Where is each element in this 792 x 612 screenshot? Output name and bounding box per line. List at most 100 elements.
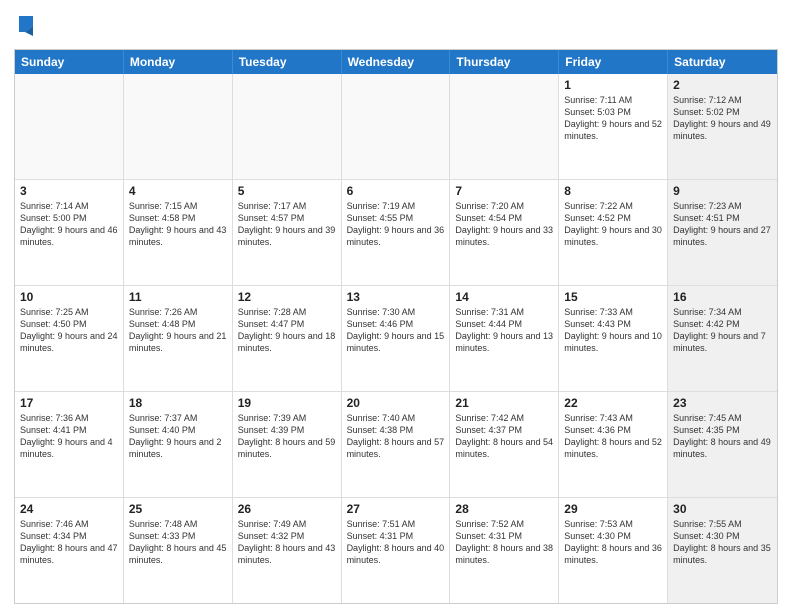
col-header-monday: Monday — [124, 50, 233, 74]
calendar-cell: 29 Sunrise: 7:53 AM Sunset: 4:30 PM Dayli… — [559, 498, 668, 603]
day-info: Sunrise: 7:14 AM Sunset: 5:00 PM Dayligh… — [20, 200, 118, 249]
calendar-cell: 24 Sunrise: 7:46 AM Sunset: 4:34 PM Dayli… — [15, 498, 124, 603]
day-number: 25 — [129, 502, 227, 516]
calendar-cell: 1Sunrise: 7:11 AM Sunset: 5:03 PM Daylig… — [559, 74, 668, 179]
day-number: 26 — [238, 502, 336, 516]
logo-icon — [15, 14, 35, 38]
day-info: Sunrise: 7:28 AM Sunset: 4:47 PM Dayligh… — [238, 306, 336, 355]
day-number: 19 — [238, 396, 336, 410]
day-number: 23 — [673, 396, 772, 410]
calendar-cell: 8 Sunrise: 7:22 AM Sunset: 4:52 PM Daylig… — [559, 180, 668, 285]
calendar-header-row: SundayMondayTuesdayWednesdayThursdayFrid… — [15, 50, 777, 74]
col-header-saturday: Saturday — [668, 50, 777, 74]
day-number: 15 — [564, 290, 662, 304]
calendar-cell: 9 Sunrise: 7:23 AM Sunset: 4:51 PM Daylig… — [668, 180, 777, 285]
day-info: Sunrise: 7:12 AM Sunset: 5:02 PM Dayligh… — [673, 94, 772, 143]
day-number: 8 — [564, 184, 662, 198]
day-number: 11 — [129, 290, 227, 304]
day-info: Sunrise: 7:17 AM Sunset: 4:57 PM Dayligh… — [238, 200, 336, 249]
calendar-row-3: 10 Sunrise: 7:25 AM Sunset: 4:50 PM Dayli… — [15, 286, 777, 392]
day-info: Sunrise: 7:43 AM Sunset: 4:36 PM Dayligh… — [564, 412, 662, 461]
day-info: Sunrise: 7:39 AM Sunset: 4:39 PM Dayligh… — [238, 412, 336, 461]
calendar-cell: 25Sunrise: 7:48 AM Sunset: 4:33 PM Dayli… — [124, 498, 233, 603]
page: SundayMondayTuesdayWednesdayThursdayFrid… — [0, 0, 792, 612]
day-number: 18 — [129, 396, 227, 410]
calendar-cell: 18 Sunrise: 7:37 AM Sunset: 4:40 PM Dayli… — [124, 392, 233, 497]
day-info: Sunrise: 7:19 AM Sunset: 4:55 PM Dayligh… — [347, 200, 445, 249]
day-number: 5 — [238, 184, 336, 198]
calendar-cell — [450, 74, 559, 179]
day-number: 21 — [455, 396, 553, 410]
col-header-tuesday: Tuesday — [233, 50, 342, 74]
calendar-cell: 2 Sunrise: 7:12 AM Sunset: 5:02 PM Daylig… — [668, 74, 777, 179]
day-number: 17 — [20, 396, 118, 410]
calendar-cell: 10 Sunrise: 7:25 AM Sunset: 4:50 PM Dayli… — [15, 286, 124, 391]
calendar-cell: 12Sunrise: 7:28 AM Sunset: 4:47 PM Dayli… — [233, 286, 342, 391]
day-info: Sunrise: 7:15 AM Sunset: 4:58 PM Dayligh… — [129, 200, 227, 249]
calendar-cell: 21 Sunrise: 7:42 AM Sunset: 4:37 PM Dayli… — [450, 392, 559, 497]
day-number: 16 — [673, 290, 772, 304]
calendar-cell: 17 Sunrise: 7:36 AM Sunset: 4:41 PM Dayli… — [15, 392, 124, 497]
day-number: 24 — [20, 502, 118, 516]
day-info: Sunrise: 7:46 AM Sunset: 4:34 PM Dayligh… — [20, 518, 118, 567]
day-info: Sunrise: 7:36 AM Sunset: 4:41 PM Dayligh… — [20, 412, 118, 461]
calendar-cell — [15, 74, 124, 179]
day-info: Sunrise: 7:55 AM Sunset: 4:30 PM Dayligh… — [673, 518, 772, 567]
day-info: Sunrise: 7:51 AM Sunset: 4:31 PM Dayligh… — [347, 518, 445, 567]
day-info: Sunrise: 7:45 AM Sunset: 4:35 PM Dayligh… — [673, 412, 772, 461]
logo — [14, 14, 35, 43]
calendar-cell: 22 Sunrise: 7:43 AM Sunset: 4:36 PM Dayli… — [559, 392, 668, 497]
calendar-body: 1Sunrise: 7:11 AM Sunset: 5:03 PM Daylig… — [15, 74, 777, 603]
day-number: 22 — [564, 396, 662, 410]
day-number: 2 — [673, 78, 772, 92]
calendar-row-1: 1Sunrise: 7:11 AM Sunset: 5:03 PM Daylig… — [15, 74, 777, 180]
day-info: Sunrise: 7:30 AM Sunset: 4:46 PM Dayligh… — [347, 306, 445, 355]
day-info: Sunrise: 7:23 AM Sunset: 4:51 PM Dayligh… — [673, 200, 772, 249]
calendar-cell: 3 Sunrise: 7:14 AM Sunset: 5:00 PM Daylig… — [15, 180, 124, 285]
calendar: SundayMondayTuesdayWednesdayThursdayFrid… — [14, 49, 778, 604]
calendar-cell: 4 Sunrise: 7:15 AM Sunset: 4:58 PM Daylig… — [124, 180, 233, 285]
day-number: 9 — [673, 184, 772, 198]
col-header-friday: Friday — [559, 50, 668, 74]
calendar-cell: 30 Sunrise: 7:55 AM Sunset: 4:30 PM Dayli… — [668, 498, 777, 603]
day-info: Sunrise: 7:11 AM Sunset: 5:03 PM Dayligh… — [564, 94, 662, 143]
calendar-cell: 20Sunrise: 7:40 AM Sunset: 4:38 PM Dayli… — [342, 392, 451, 497]
day-info: Sunrise: 7:53 AM Sunset: 4:30 PM Dayligh… — [564, 518, 662, 567]
calendar-cell: 19 Sunrise: 7:39 AM Sunset: 4:39 PM Dayli… — [233, 392, 342, 497]
day-info: Sunrise: 7:37 AM Sunset: 4:40 PM Dayligh… — [129, 412, 227, 461]
day-number: 7 — [455, 184, 553, 198]
col-header-sunday: Sunday — [15, 50, 124, 74]
calendar-cell: 11Sunrise: 7:26 AM Sunset: 4:48 PM Dayli… — [124, 286, 233, 391]
day-number: 10 — [20, 290, 118, 304]
calendar-cell: 5 Sunrise: 7:17 AM Sunset: 4:57 PM Daylig… — [233, 180, 342, 285]
day-info: Sunrise: 7:49 AM Sunset: 4:32 PM Dayligh… — [238, 518, 336, 567]
day-number: 4 — [129, 184, 227, 198]
calendar-cell: 15 Sunrise: 7:33 AM Sunset: 4:43 PM Dayli… — [559, 286, 668, 391]
day-info: Sunrise: 7:42 AM Sunset: 4:37 PM Dayligh… — [455, 412, 553, 461]
day-info: Sunrise: 7:25 AM Sunset: 4:50 PM Dayligh… — [20, 306, 118, 355]
calendar-cell: 7 Sunrise: 7:20 AM Sunset: 4:54 PM Daylig… — [450, 180, 559, 285]
day-info: Sunrise: 7:33 AM Sunset: 4:43 PM Dayligh… — [564, 306, 662, 355]
calendar-row-5: 24 Sunrise: 7:46 AM Sunset: 4:34 PM Dayli… — [15, 498, 777, 603]
header — [14, 10, 778, 43]
day-info: Sunrise: 7:34 AM Sunset: 4:42 PM Dayligh… — [673, 306, 772, 355]
calendar-cell — [124, 74, 233, 179]
col-header-thursday: Thursday — [450, 50, 559, 74]
day-number: 30 — [673, 502, 772, 516]
calendar-cell: 16 Sunrise: 7:34 AM Sunset: 4:42 PM Dayli… — [668, 286, 777, 391]
day-number: 27 — [347, 502, 445, 516]
calendar-row-2: 3 Sunrise: 7:14 AM Sunset: 5:00 PM Daylig… — [15, 180, 777, 286]
calendar-cell — [342, 74, 451, 179]
day-info: Sunrise: 7:40 AM Sunset: 4:38 PM Dayligh… — [347, 412, 445, 461]
day-number: 13 — [347, 290, 445, 304]
calendar-cell: 6Sunrise: 7:19 AM Sunset: 4:55 PM Daylig… — [342, 180, 451, 285]
calendar-cell: 23 Sunrise: 7:45 AM Sunset: 4:35 PM Dayli… — [668, 392, 777, 497]
day-info: Sunrise: 7:22 AM Sunset: 4:52 PM Dayligh… — [564, 200, 662, 249]
day-number: 3 — [20, 184, 118, 198]
calendar-cell: 26 Sunrise: 7:49 AM Sunset: 4:32 PM Dayli… — [233, 498, 342, 603]
calendar-cell: 28Sunrise: 7:52 AM Sunset: 4:31 PM Dayli… — [450, 498, 559, 603]
calendar-cell: 14Sunrise: 7:31 AM Sunset: 4:44 PM Dayli… — [450, 286, 559, 391]
day-number: 14 — [455, 290, 553, 304]
day-info: Sunrise: 7:20 AM Sunset: 4:54 PM Dayligh… — [455, 200, 553, 249]
day-number: 29 — [564, 502, 662, 516]
